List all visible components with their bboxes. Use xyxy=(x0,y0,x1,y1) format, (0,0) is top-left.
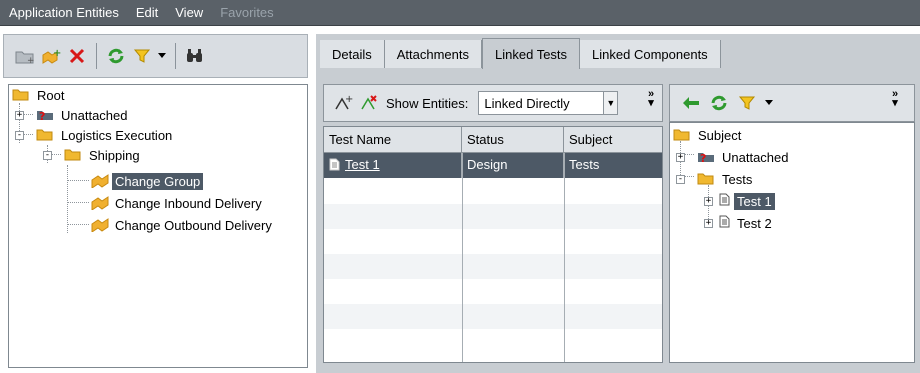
table-row[interactable]: Test 1 Design Tests xyxy=(324,153,662,178)
find-icon[interactable] xyxy=(184,45,206,67)
menu-edit[interactable]: Edit xyxy=(127,5,166,20)
component-icon xyxy=(91,194,109,213)
cell-status: Design xyxy=(462,153,564,178)
left-toolbar: + + xyxy=(3,34,308,78)
link-test-icon[interactable]: + xyxy=(332,92,354,114)
empty-row xyxy=(324,304,662,329)
chevron-down-icon[interactable]: ▼ xyxy=(603,92,618,114)
tab-linked-components[interactable]: Linked Components xyxy=(580,40,721,68)
tree-node-label: Test 1 xyxy=(734,192,775,210)
tab-details[interactable]: Details xyxy=(320,40,385,68)
new-entity-icon[interactable]: + xyxy=(40,45,62,67)
expand-icon[interactable]: + xyxy=(704,218,713,228)
empty-row xyxy=(324,254,662,279)
subject-tree: Subject + ? Unattached - Tests + Test 1 … xyxy=(669,122,915,363)
tree-node-logistics[interactable]: - Logistics Execution xyxy=(15,125,175,145)
tree-node-label: Unattached xyxy=(61,107,128,123)
tree-node-root[interactable]: Root xyxy=(12,85,67,105)
column-header-test-name[interactable]: Test Name xyxy=(324,127,462,152)
expand-icon[interactable]: + xyxy=(676,152,685,162)
filter-icon[interactable] xyxy=(131,45,153,67)
filter-icon[interactable] xyxy=(736,92,758,114)
tree-node-shipping[interactable]: - Shipping xyxy=(43,145,143,165)
component-icon xyxy=(91,172,109,191)
test-icon xyxy=(329,158,340,174)
tree-node-tests[interactable]: - Tests xyxy=(676,169,755,189)
menu-bar: Application Entities Edit View Favorites xyxy=(0,0,920,26)
show-entities-label: Show Entities: xyxy=(386,95,469,111)
chevron-down-icon[interactable] xyxy=(157,45,167,67)
go-to-icon[interactable] xyxy=(680,92,702,114)
tree-node-test2[interactable]: + Test 2 xyxy=(704,213,775,233)
toolbar-overflow-icon[interactable]: » ▾ xyxy=(648,89,654,109)
column-header-status[interactable]: Status xyxy=(462,127,564,152)
menu-application-entities[interactable]: Application Entities xyxy=(0,5,127,20)
tree-node-label: Tests xyxy=(722,171,753,187)
column-divider xyxy=(462,153,463,362)
open-folder-icon xyxy=(673,127,691,144)
tree-node-label: Change Outbound Delivery xyxy=(115,217,272,233)
toolbar-overflow-icon[interactable]: » ▾ xyxy=(892,89,898,109)
new-folder-icon[interactable]: + xyxy=(14,45,36,67)
tree-node-label: Shipping xyxy=(89,147,140,163)
tree-node-label: Unattached xyxy=(722,149,789,165)
tree-node-label: Change Group xyxy=(112,172,204,190)
unattached-icon: ? xyxy=(36,107,54,124)
cell-subject: Tests xyxy=(569,157,600,172)
svg-text:+: + xyxy=(345,94,353,105)
unlink-test-icon[interactable] xyxy=(358,92,380,114)
show-entities-select[interactable]: Linked Directly ▼ xyxy=(478,91,619,115)
tab-linked-tests[interactable]: Linked Tests xyxy=(482,38,581,69)
svg-text:?: ? xyxy=(700,152,706,163)
linked-tests-grid: Test Name Status Subject Test 1 Design T… xyxy=(323,126,663,363)
tree-node-unattached[interactable]: + ? Unattached xyxy=(676,147,792,167)
svg-text:?: ? xyxy=(39,110,45,121)
menu-view[interactable]: View xyxy=(166,5,211,20)
tree-node-subject[interactable]: Subject xyxy=(673,125,744,145)
entity-tree: Root + ? Unattached - Logistics Executio… xyxy=(8,84,308,368)
toolbar-divider xyxy=(96,43,97,69)
show-entities-value: Linked Directly xyxy=(484,95,570,111)
component-icon xyxy=(91,216,109,235)
refresh-icon[interactable] xyxy=(708,92,730,114)
svg-text:+: + xyxy=(53,48,61,59)
chevron-down-icon[interactable] xyxy=(764,92,774,114)
tree-node-label: Test 2 xyxy=(737,215,772,231)
tree-node-label: Root xyxy=(37,87,65,103)
tree-node-change-group[interactable]: Change Group xyxy=(91,171,204,191)
tree-node-label: Subject xyxy=(698,127,742,143)
column-divider xyxy=(564,153,565,362)
refresh-icon[interactable] xyxy=(105,45,127,67)
grid-header: Test Name Status Subject xyxy=(324,127,662,153)
expand-icon[interactable]: + xyxy=(704,196,713,206)
tree-node-change-inbound[interactable]: Change Inbound Delivery xyxy=(91,193,265,213)
column-header-subject[interactable]: Subject xyxy=(564,127,662,152)
open-folder-icon xyxy=(36,127,54,144)
expand-icon[interactable]: + xyxy=(15,110,24,120)
svg-text:+: + xyxy=(27,56,35,64)
collapse-icon[interactable]: - xyxy=(15,130,24,140)
subject-tree-toolbar: » ▾ xyxy=(669,84,915,122)
tab-attachments[interactable]: Attachments xyxy=(384,40,483,68)
tree-node-label: Change Inbound Delivery xyxy=(115,195,262,211)
menu-favorites[interactable]: Favorites xyxy=(211,5,281,20)
empty-row xyxy=(324,204,662,229)
collapse-icon[interactable]: - xyxy=(43,150,52,160)
collapse-icon[interactable]: - xyxy=(676,174,685,184)
toolbar-divider xyxy=(175,43,176,69)
linked-tests-toolbar: + Show Entities: Linked Directly ▼ » ▾ xyxy=(323,84,663,122)
test-icon xyxy=(719,215,730,231)
tree-node-unattached[interactable]: + ? Unattached xyxy=(15,105,131,125)
open-folder-icon xyxy=(64,147,82,164)
tab-strip: Details Attachments Linked Tests Linked … xyxy=(320,38,721,69)
test-name-link[interactable]: Test 1 xyxy=(345,157,380,172)
tree-node-change-outbound[interactable]: Change Outbound Delivery xyxy=(91,215,275,235)
open-folder-icon xyxy=(697,171,715,188)
tree-node-label: Logistics Execution xyxy=(61,127,173,143)
test-icon xyxy=(719,193,730,209)
open-folder-icon xyxy=(12,87,30,104)
delete-icon[interactable] xyxy=(66,45,88,67)
unattached-icon: ? xyxy=(697,149,715,166)
tree-node-test1[interactable]: + Test 1 xyxy=(704,191,775,211)
